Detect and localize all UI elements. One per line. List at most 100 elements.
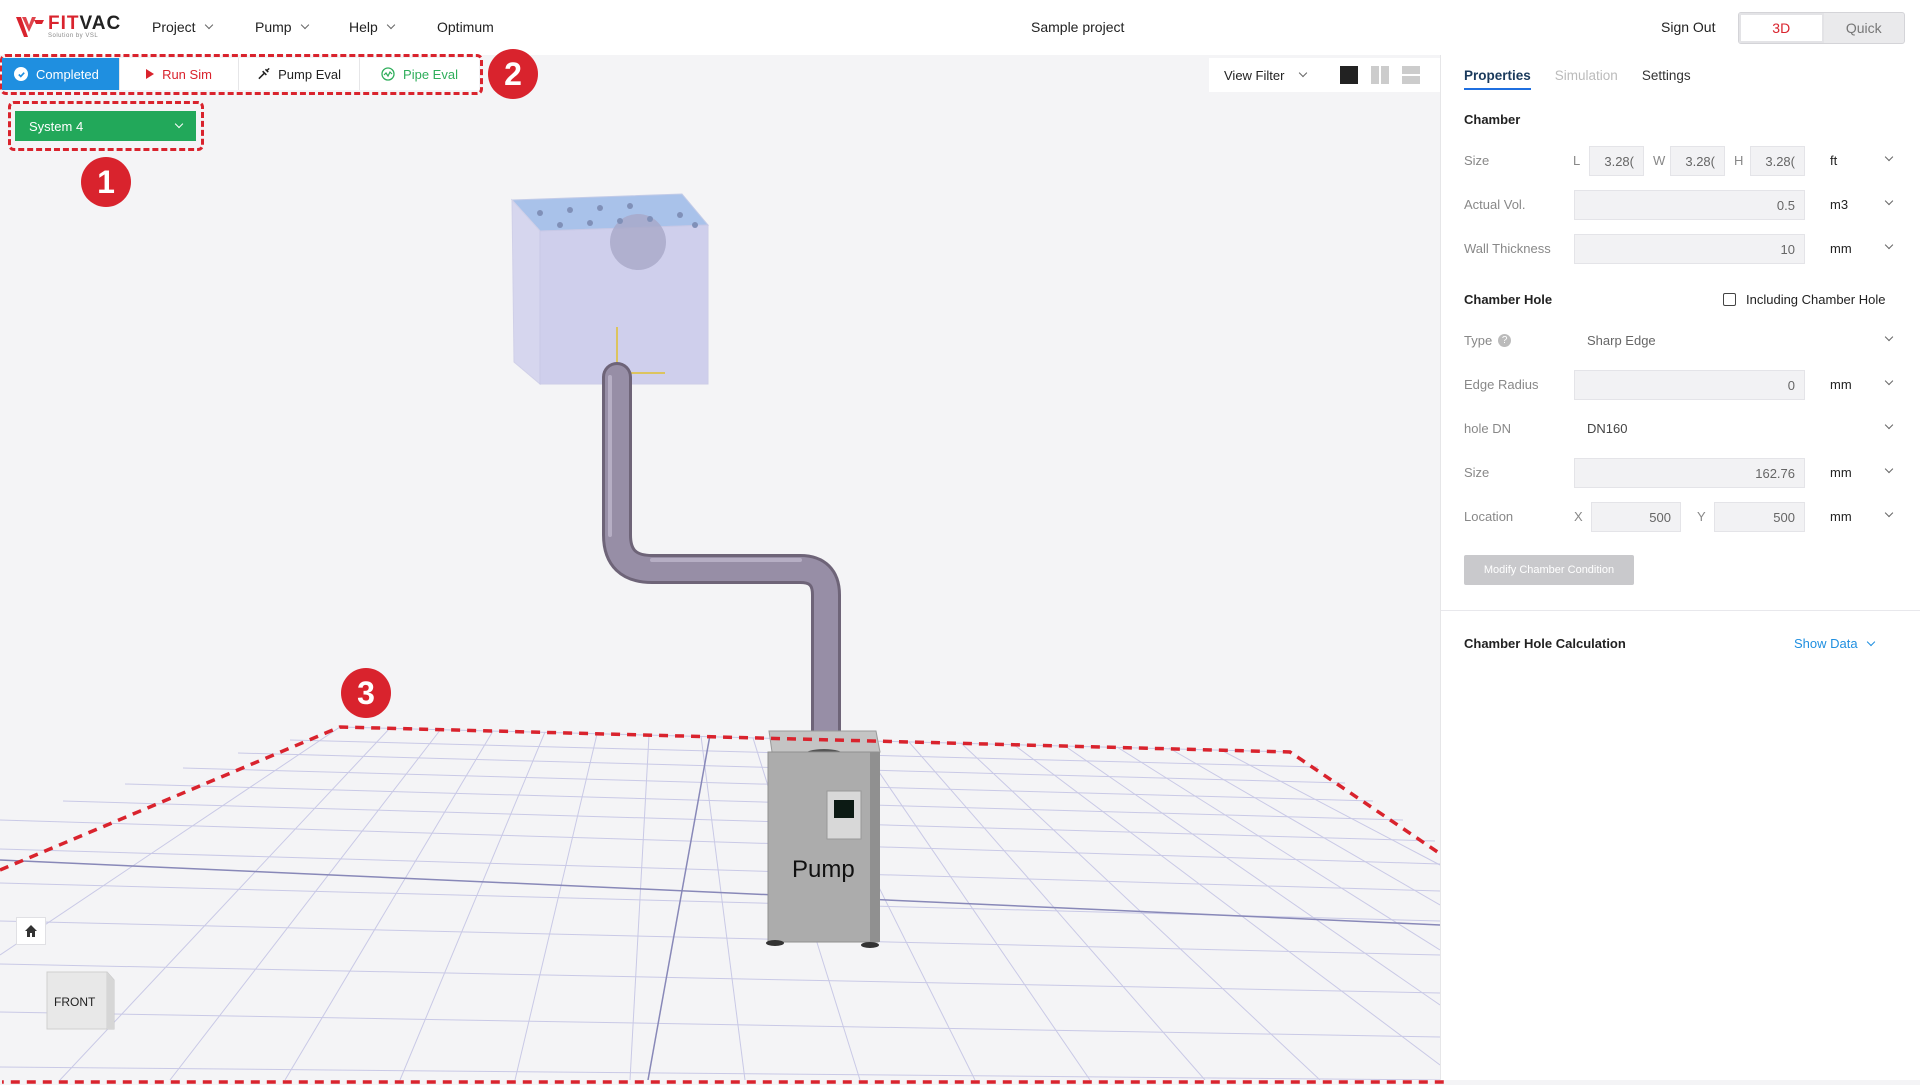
panel-tabs: Properties Simulation Settings [1464, 68, 1691, 90]
help-icon[interactable]: ? [1498, 334, 1512, 347]
properties-panel: Properties Simulation Settings Chamber S… [1440, 55, 1920, 1080]
loc-x-label: X [1574, 509, 1583, 524]
wall-thickness-label: Wall Thickness [1464, 241, 1551, 256]
completed-label: Completed [36, 66, 99, 82]
annotation-badge-1: 1 [81, 157, 131, 207]
logo-wordmark: FITVAC [48, 12, 122, 34]
play-icon [146, 69, 155, 79]
including-chamber-hole-checkbox[interactable]: Including Chamber Hole [1723, 292, 1885, 307]
run-sim-label: Run Sim [162, 66, 212, 82]
edge-radius-input[interactable]: 0 [1574, 370, 1805, 400]
size-h-input[interactable]: 3.28( [1750, 146, 1805, 176]
including-chamber-hole-label: Including Chamber Hole [1746, 292, 1886, 307]
loc-y-label: Y [1697, 509, 1706, 524]
actual-vol-unit-select[interactable]: m3 [1830, 197, 1848, 212]
hole-size-unit-select[interactable]: mm [1830, 465, 1852, 480]
annotation-box-3 [0, 725, 1444, 1084]
sign-out-link[interactable]: Sign Out [1661, 19, 1715, 35]
chevron-down-icon[interactable] [1884, 420, 1894, 430]
home-view-button[interactable] [16, 917, 46, 945]
size-unit-select[interactable]: ft [1830, 153, 1837, 168]
panel-divider [1441, 610, 1920, 611]
split-vertical-icon[interactable] [1371, 66, 1390, 84]
fitvac-logo[interactable]: FITVAC Solution by VSL [14, 14, 121, 40]
checkbox-icon[interactable] [1723, 293, 1736, 306]
chamber-hole-section-title: Chamber Hole [1464, 292, 1553, 307]
type-label-row: Type ? [1464, 333, 1512, 348]
menu-help-label: Help [349, 19, 378, 35]
chevron-down-icon [174, 119, 184, 129]
wall-thickness-unit-select[interactable]: mm [1830, 241, 1852, 256]
chevron-down-icon[interactable] [1884, 376, 1894, 386]
size-l-input[interactable]: 3.28( [1589, 146, 1644, 176]
view-mode-toggle: 3D Quick [1738, 12, 1905, 44]
chamber-section-title: Chamber [1464, 112, 1521, 127]
wall-thickness-input[interactable]: 10 [1574, 234, 1805, 264]
menu-optimum[interactable]: Optimum [437, 19, 494, 35]
chevron-down-icon [386, 20, 396, 30]
chevron-down-icon[interactable] [1884, 332, 1894, 342]
completed-status-button[interactable]: Completed [2, 58, 120, 90]
view-filter-dropdown[interactable]: View Filter [1224, 68, 1284, 83]
tab-simulation[interactable]: Simulation [1555, 68, 1618, 90]
menu-project[interactable]: Project [152, 19, 213, 35]
actual-vol-label: Actual Vol. [1464, 197, 1526, 212]
modify-chamber-condition-button[interactable]: Modify Chamber Condition [1464, 555, 1634, 585]
fitvac-logo-icon [16, 17, 44, 37]
size-h-label: H [1734, 153, 1744, 168]
pipe[interactable] [602, 362, 841, 765]
chamber-cube[interactable] [510, 193, 710, 386]
single-view-icon[interactable] [1340, 66, 1359, 84]
pipe-eval-button[interactable]: Pipe Eval [360, 58, 479, 90]
location-y-input[interactable]: 500 [1714, 502, 1805, 532]
chevron-down-icon[interactable] [1884, 152, 1894, 162]
logo-tagline: Solution by VSL [48, 32, 99, 39]
system-select[interactable]: System 4 [15, 111, 196, 141]
show-data-toggle[interactable]: Show Data [1794, 636, 1875, 651]
top-bar: FITVAC Solution by VSL Project Pump Help… [0, 0, 1920, 55]
pump-eval-button[interactable]: Pump Eval [239, 58, 360, 90]
pump-eval-label: Pump Eval [278, 66, 341, 82]
location-x-input[interactable]: 500 [1591, 502, 1681, 532]
pipe-eval-icon [381, 67, 395, 81]
chevron-down-icon [1866, 637, 1875, 646]
chevron-down-icon[interactable] [1884, 464, 1894, 474]
chevron-down-icon[interactable] [1884, 240, 1894, 250]
chevron-down-icon [300, 20, 309, 30]
edge-radius-label: Edge Radius [1464, 377, 1539, 392]
chevron-down-icon[interactable] [1884, 508, 1894, 518]
type-select[interactable]: Sharp Edge [1587, 333, 1656, 348]
actual-vol-input[interactable]: 0.5 [1574, 190, 1805, 220]
menu-help[interactable]: Help [349, 19, 396, 35]
hole-dn-label: hole DN [1464, 421, 1511, 436]
split-horizontal-icon[interactable] [1402, 66, 1421, 84]
location-label: Location [1464, 509, 1514, 524]
home-icon [25, 925, 37, 937]
chevron-down-icon[interactable] [1884, 196, 1894, 206]
mode-quick-button[interactable]: Quick [1824, 13, 1905, 43]
menu-optimum-label: Optimum [437, 19, 494, 35]
view-filter-bar: View Filter [1209, 58, 1440, 92]
size-w-input[interactable]: 3.28( [1670, 146, 1725, 176]
sim-toolbar: Completed Run Sim Pump Eval Pipe Eval [2, 58, 479, 90]
chamber-hole-calculation-title: Chamber Hole Calculation [1464, 636, 1626, 651]
location-unit-select[interactable]: mm [1830, 509, 1852, 524]
tab-settings[interactable]: Settings [1642, 68, 1691, 90]
system-select-value: System 4 [29, 118, 84, 134]
edge-radius-unit-select[interactable]: mm [1830, 377, 1852, 392]
hole-dn-select[interactable]: DN160 [1587, 421, 1627, 436]
hole-size-label: Size [1464, 465, 1490, 480]
run-sim-button[interactable]: Run Sim [120, 58, 239, 90]
menu-project-label: Project [152, 19, 196, 35]
check-circle-icon [14, 67, 28, 81]
chevron-down-icon[interactable] [1299, 68, 1308, 78]
menu-pump-label: Pump [255, 19, 292, 35]
tab-properties[interactable]: Properties [1464, 68, 1531, 90]
pipe-eval-label: Pipe Eval [403, 66, 458, 82]
project-title: Sample project [1031, 19, 1125, 35]
menu-pump[interactable]: Pump [255, 19, 309, 35]
pump-eval-icon [258, 67, 270, 80]
size-w-label: W [1653, 153, 1666, 168]
mode-3d-button[interactable]: 3D [1739, 13, 1824, 43]
hole-size-input[interactable]: 162.76 [1574, 458, 1805, 488]
